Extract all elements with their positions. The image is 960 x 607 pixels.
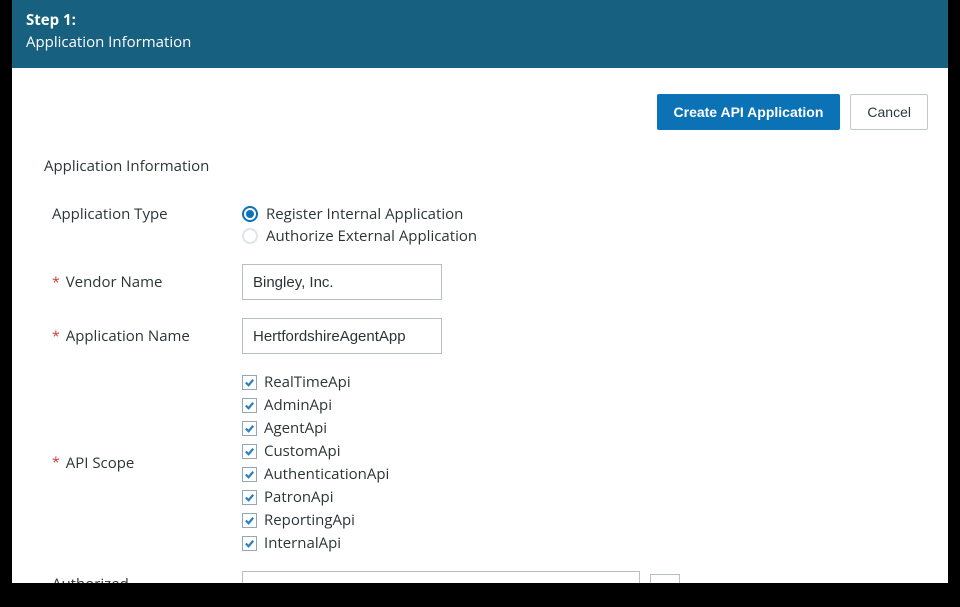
- scope-label: AuthenticationApi: [264, 464, 389, 484]
- vendor-name-input[interactable]: [242, 264, 442, 300]
- field-api-scope: RealTimeApi AdminApi AgentApi CustomApi: [242, 372, 918, 553]
- create-api-application-button[interactable]: Create API Application: [657, 94, 841, 130]
- required-marker: *: [52, 453, 60, 472]
- radio-authorize-external[interactable]: Authorize External Application: [242, 226, 918, 246]
- callback-url-wrap: +: [242, 571, 918, 583]
- scope-patronapi[interactable]: PatronApi: [242, 487, 918, 507]
- scope-label: RealTimeApi: [264, 372, 351, 392]
- checkbox-icon: [242, 536, 257, 551]
- content-area: Application Information Application Type…: [12, 130, 948, 583]
- add-callback-url-button[interactable]: +: [650, 574, 680, 583]
- scope-label: CustomApi: [264, 441, 341, 461]
- checkbox-icon: [242, 513, 257, 528]
- field-callback-urls: +: [242, 571, 918, 583]
- label-text-callback-line1: Authorized: [52, 575, 242, 583]
- row-vendor-name: * Vendor Name: [42, 264, 918, 300]
- label-text-application-type: Application Type: [52, 204, 168, 224]
- field-application-name: [242, 318, 918, 354]
- label-api-scope: * API Scope: [42, 453, 242, 473]
- scope-internalapi[interactable]: InternalApi: [242, 533, 918, 553]
- label-application-name: * Application Name: [42, 326, 242, 346]
- row-callback-urls: Authorized Callback URLs +: [42, 571, 918, 583]
- checkbox-icon: [242, 467, 257, 482]
- row-application-type: Application Type Register Internal Appli…: [42, 204, 918, 246]
- checkbox-icon: [242, 398, 257, 413]
- scope-label: InternalApi: [264, 533, 341, 553]
- scope-realtimeapi[interactable]: RealTimeApi: [242, 372, 918, 392]
- step-header: Step 1: Application Information: [12, 0, 948, 68]
- radio-icon: [242, 206, 258, 222]
- app-frame: Step 1: Application Information Create A…: [12, 0, 948, 583]
- field-vendor-name: [242, 264, 918, 300]
- label-text-vendor-name: Vendor Name: [66, 272, 163, 292]
- label-application-type: Application Type: [42, 204, 242, 224]
- scope-label: AgentApi: [264, 418, 327, 438]
- application-name-input[interactable]: [242, 318, 442, 354]
- radio-icon: [242, 228, 258, 244]
- scope-label: ReportingApi: [264, 510, 355, 530]
- label-callback-urls: Authorized Callback URLs: [42, 571, 242, 583]
- scope-reportingapi[interactable]: ReportingApi: [242, 510, 918, 530]
- action-bar: Create API Application Cancel: [12, 68, 948, 130]
- label-text-application-name: Application Name: [66, 326, 190, 346]
- radio-register-internal[interactable]: Register Internal Application: [242, 204, 918, 224]
- field-application-type: Register Internal Application Authorize …: [242, 204, 918, 246]
- scope-authenticationapi[interactable]: AuthenticationApi: [242, 464, 918, 484]
- step-number: Step 1:: [26, 10, 934, 30]
- application-type-radio-group: Register Internal Application Authorize …: [242, 204, 918, 246]
- required-marker: *: [52, 327, 60, 346]
- step-subtitle: Application Information: [26, 32, 934, 52]
- scope-customapi[interactable]: CustomApi: [242, 441, 918, 461]
- required-marker: *: [52, 273, 60, 292]
- checkbox-icon: [242, 421, 257, 436]
- label-vendor-name: * Vendor Name: [42, 272, 242, 292]
- scope-agentapi[interactable]: AgentApi: [242, 418, 918, 438]
- cancel-button[interactable]: Cancel: [850, 94, 928, 130]
- checkbox-icon: [242, 444, 257, 459]
- callback-url-input[interactable]: [242, 571, 640, 583]
- label-text-api-scope: API Scope: [66, 453, 135, 473]
- api-scope-list: RealTimeApi AdminApi AgentApi CustomApi: [242, 372, 918, 553]
- scope-adminapi[interactable]: AdminApi: [242, 395, 918, 415]
- row-api-scope: * API Scope RealTimeApi AdminApi AgentA: [42, 372, 918, 553]
- section-title: Application Information: [44, 156, 918, 176]
- checkbox-icon: [242, 375, 257, 390]
- radio-label: Register Internal Application: [266, 204, 463, 224]
- scope-label: AdminApi: [264, 395, 332, 415]
- checkbox-icon: [242, 490, 257, 505]
- row-application-name: * Application Name: [42, 318, 918, 354]
- scope-label: PatronApi: [264, 487, 334, 507]
- radio-label: Authorize External Application: [266, 226, 477, 246]
